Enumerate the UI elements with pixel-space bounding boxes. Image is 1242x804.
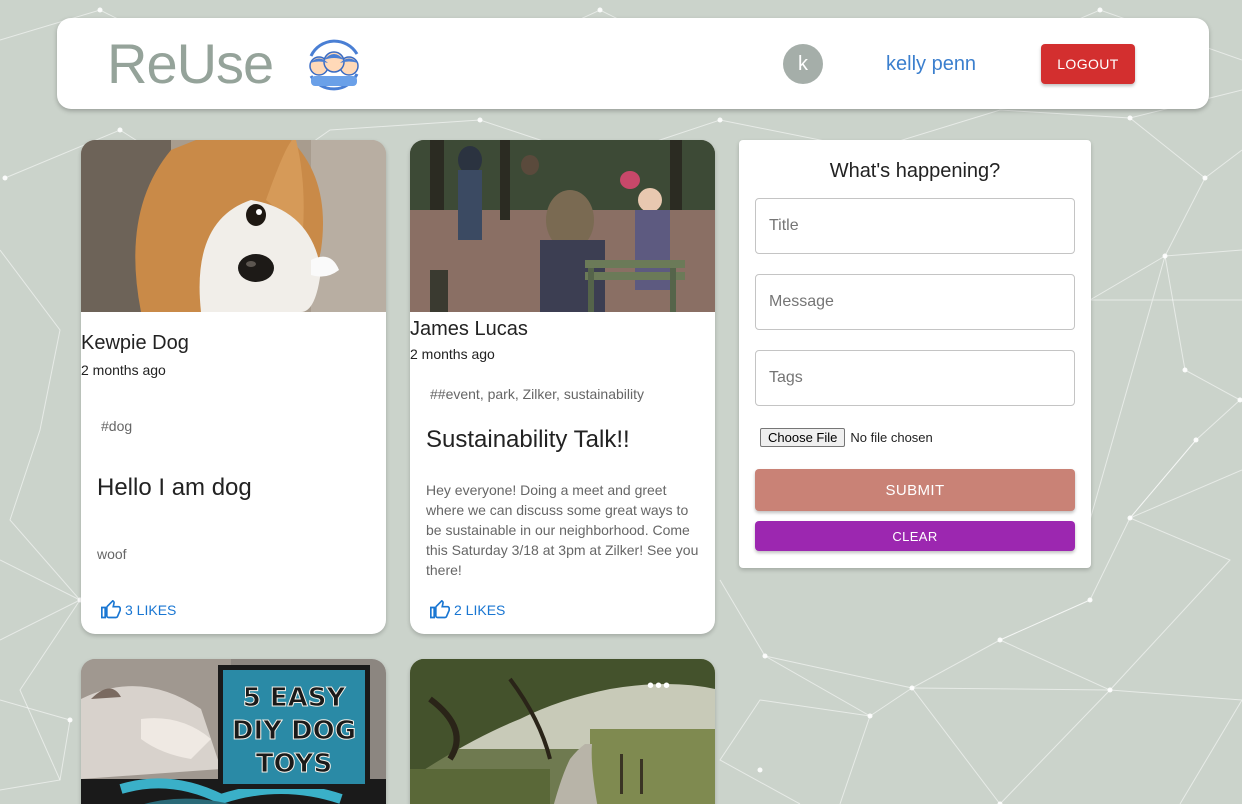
corgi-photo xyxy=(81,140,386,312)
clear-button[interactable]: CLEAR xyxy=(755,521,1075,551)
diy-dog-toys-photo: 5 EASY DIY DOG TOYS xyxy=(81,659,386,804)
username: kelly penn xyxy=(886,53,977,75)
post-tags: #dog xyxy=(101,418,133,434)
title-input[interactable] xyxy=(755,198,1075,254)
post-card[interactable]: James Lucas 2 months ago ##event, park, … xyxy=(410,140,715,634)
message-input[interactable] xyxy=(755,274,1075,330)
more-icon[interactable]: ••• xyxy=(647,676,671,696)
post-time: 2 months ago xyxy=(81,362,166,378)
submit-button[interactable]: SUBMIT xyxy=(755,469,1075,511)
post-title: Sustainability Talk!! xyxy=(426,426,630,453)
post-time: 2 months ago xyxy=(410,346,495,362)
brand-name[interactable]: ReUse xyxy=(107,32,274,96)
kids-logo-icon xyxy=(309,39,359,91)
app-bar: ReUse k kelly penn LOGOUT xyxy=(57,18,1209,109)
post-card[interactable]: 5 EASY DIY DOG TOYS xyxy=(81,659,386,804)
choose-file-button[interactable]: Choose File xyxy=(760,428,846,447)
tags-input[interactable] xyxy=(755,350,1075,406)
logout-button[interactable]: LOGOUT xyxy=(1041,44,1135,84)
post-message: woof xyxy=(97,546,127,562)
post-card[interactable]: ••• xyxy=(410,659,715,804)
file-upload: Choose File No file chosen xyxy=(760,428,933,447)
post-title: Hello I am dog xyxy=(97,474,252,501)
post-author: James Lucas xyxy=(410,318,528,340)
toy-text-line: DIY DOG xyxy=(232,716,356,746)
park-gathering-photo xyxy=(410,140,715,312)
avatar[interactable]: k xyxy=(783,44,823,84)
like-button[interactable]: 3 LIKES xyxy=(101,598,176,622)
post-message: Hey everyone! Doing a meet and greet whe… xyxy=(426,482,699,578)
like-count: 2 LIKES xyxy=(454,602,506,618)
create-post-form: What's happening? Choose File No file ch… xyxy=(739,140,1091,568)
toy-text-line: 5 EASY xyxy=(243,683,347,713)
thumb-up-icon xyxy=(430,600,450,619)
like-button[interactable]: 2 LIKES xyxy=(430,598,505,622)
form-title: What's happening? xyxy=(829,160,1001,182)
thumb-up-icon xyxy=(101,600,121,619)
toy-text-line: TOYS xyxy=(256,749,332,779)
file-status: No file chosen xyxy=(850,430,933,445)
like-count: 3 LIKES xyxy=(125,602,177,618)
post-tags: ##event, park, Zilker, sustainability xyxy=(430,386,644,402)
post-author: Kewpie Dog xyxy=(81,332,189,354)
post-card[interactable]: Kewpie Dog 2 months ago #dog Hello I am … xyxy=(81,140,386,634)
